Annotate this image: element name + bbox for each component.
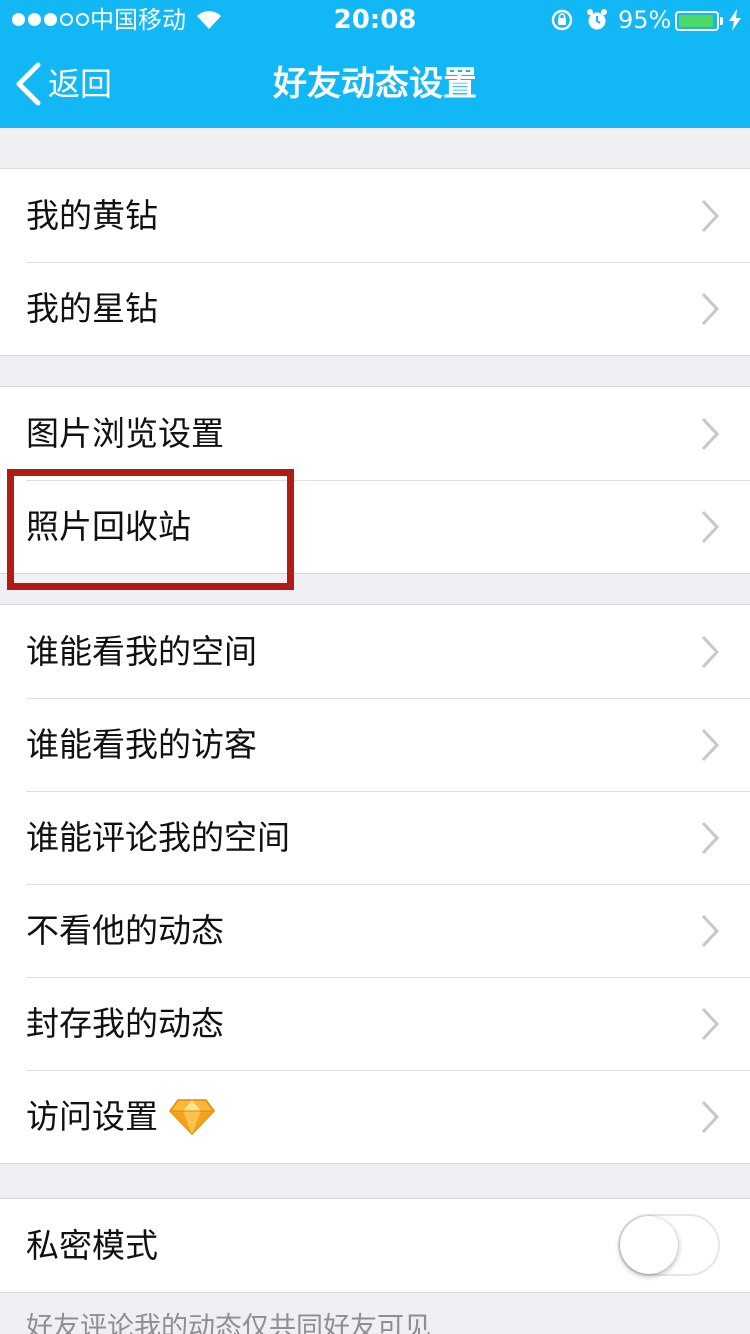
list-item-yellow-diamond[interactable]: 我的黄钻 xyxy=(0,169,750,262)
chevron-right-icon xyxy=(701,728,720,762)
screen: 中国移动 20:08 95% 返回 好友动态设置 我的黄钻 我的星钻 图片浏览设… xyxy=(0,0,750,1334)
chevron-right-icon xyxy=(701,914,720,948)
settings-group-privacy: 谁能看我的空间 谁能看我的访客 谁能评论我的空间 不看他的动态 封存我的动态 访… xyxy=(0,604,750,1164)
list-item-who-can-see-visitors[interactable]: 谁能看我的访客 xyxy=(0,698,750,791)
chevron-right-icon xyxy=(701,1007,720,1041)
header: 中国移动 20:08 95% 返回 好友动态设置 xyxy=(0,0,750,128)
battery-level xyxy=(679,15,714,27)
list-item-label: 私密模式 xyxy=(26,1226,158,1265)
battery-icon xyxy=(675,11,719,31)
list-item-photo-browse-settings[interactable]: 图片浏览设置 xyxy=(0,387,750,480)
private-mode-toggle[interactable] xyxy=(618,1214,720,1276)
list-item-archive-my-feed[interactable]: 封存我的动态 xyxy=(0,977,750,1070)
list-item-who-can-see-space[interactable]: 谁能看我的空间 xyxy=(0,605,750,698)
list-item-label: 图片浏览设置 xyxy=(26,414,224,453)
list-item-label: 访问设置 xyxy=(26,1097,158,1136)
list-item-label: 我的黄钻 xyxy=(26,196,158,235)
list-item-access-settings[interactable]: 访问设置 xyxy=(0,1070,750,1163)
list-item-label: 谁能看我的空间 xyxy=(26,632,257,671)
battery-cap xyxy=(720,17,723,25)
nav-bar: 返回 好友动态设置 xyxy=(0,40,750,128)
chevron-right-icon xyxy=(701,199,720,233)
chevron-right-icon xyxy=(701,417,720,451)
alarm-icon xyxy=(587,9,607,30)
list-item-private-mode: 私密模式 xyxy=(0,1199,750,1292)
list-item-label: 谁能评论我的空间 xyxy=(26,818,290,857)
toggle-knob xyxy=(620,1216,678,1274)
chevron-right-icon xyxy=(701,292,720,326)
list-item-star-diamond[interactable]: 我的星钻 xyxy=(0,262,750,355)
battery-percent: 95% xyxy=(618,6,672,34)
status-bar: 中国移动 20:08 95% xyxy=(0,0,750,40)
chevron-right-icon xyxy=(701,821,720,855)
charging-icon xyxy=(729,9,741,31)
chevron-right-icon xyxy=(701,635,720,669)
list-item-hide-their-feed[interactable]: 不看他的动态 xyxy=(0,884,750,977)
diamond-icon xyxy=(169,1098,215,1135)
settings-group-diamond: 我的黄钻 我的星钻 xyxy=(0,168,750,356)
list-item-label: 封存我的动态 xyxy=(26,1004,224,1043)
footnote-text: 好友评论我的动态仅共同好友可见 xyxy=(26,1312,431,1334)
list-item-label: 谁能看我的访客 xyxy=(26,725,257,764)
highlight-annotation-box xyxy=(7,469,294,590)
list-item-label: 不看他的动态 xyxy=(26,911,224,950)
chevron-right-icon xyxy=(701,1100,720,1134)
chevron-right-icon xyxy=(701,510,720,544)
rotation-lock-icon xyxy=(551,9,573,31)
list-item-who-can-comment[interactable]: 谁能评论我的空间 xyxy=(0,791,750,884)
list-item-label: 我的星钻 xyxy=(26,289,158,328)
settings-group-private-mode: 私密模式 xyxy=(0,1198,750,1293)
page-title: 好友动态设置 xyxy=(273,64,477,104)
